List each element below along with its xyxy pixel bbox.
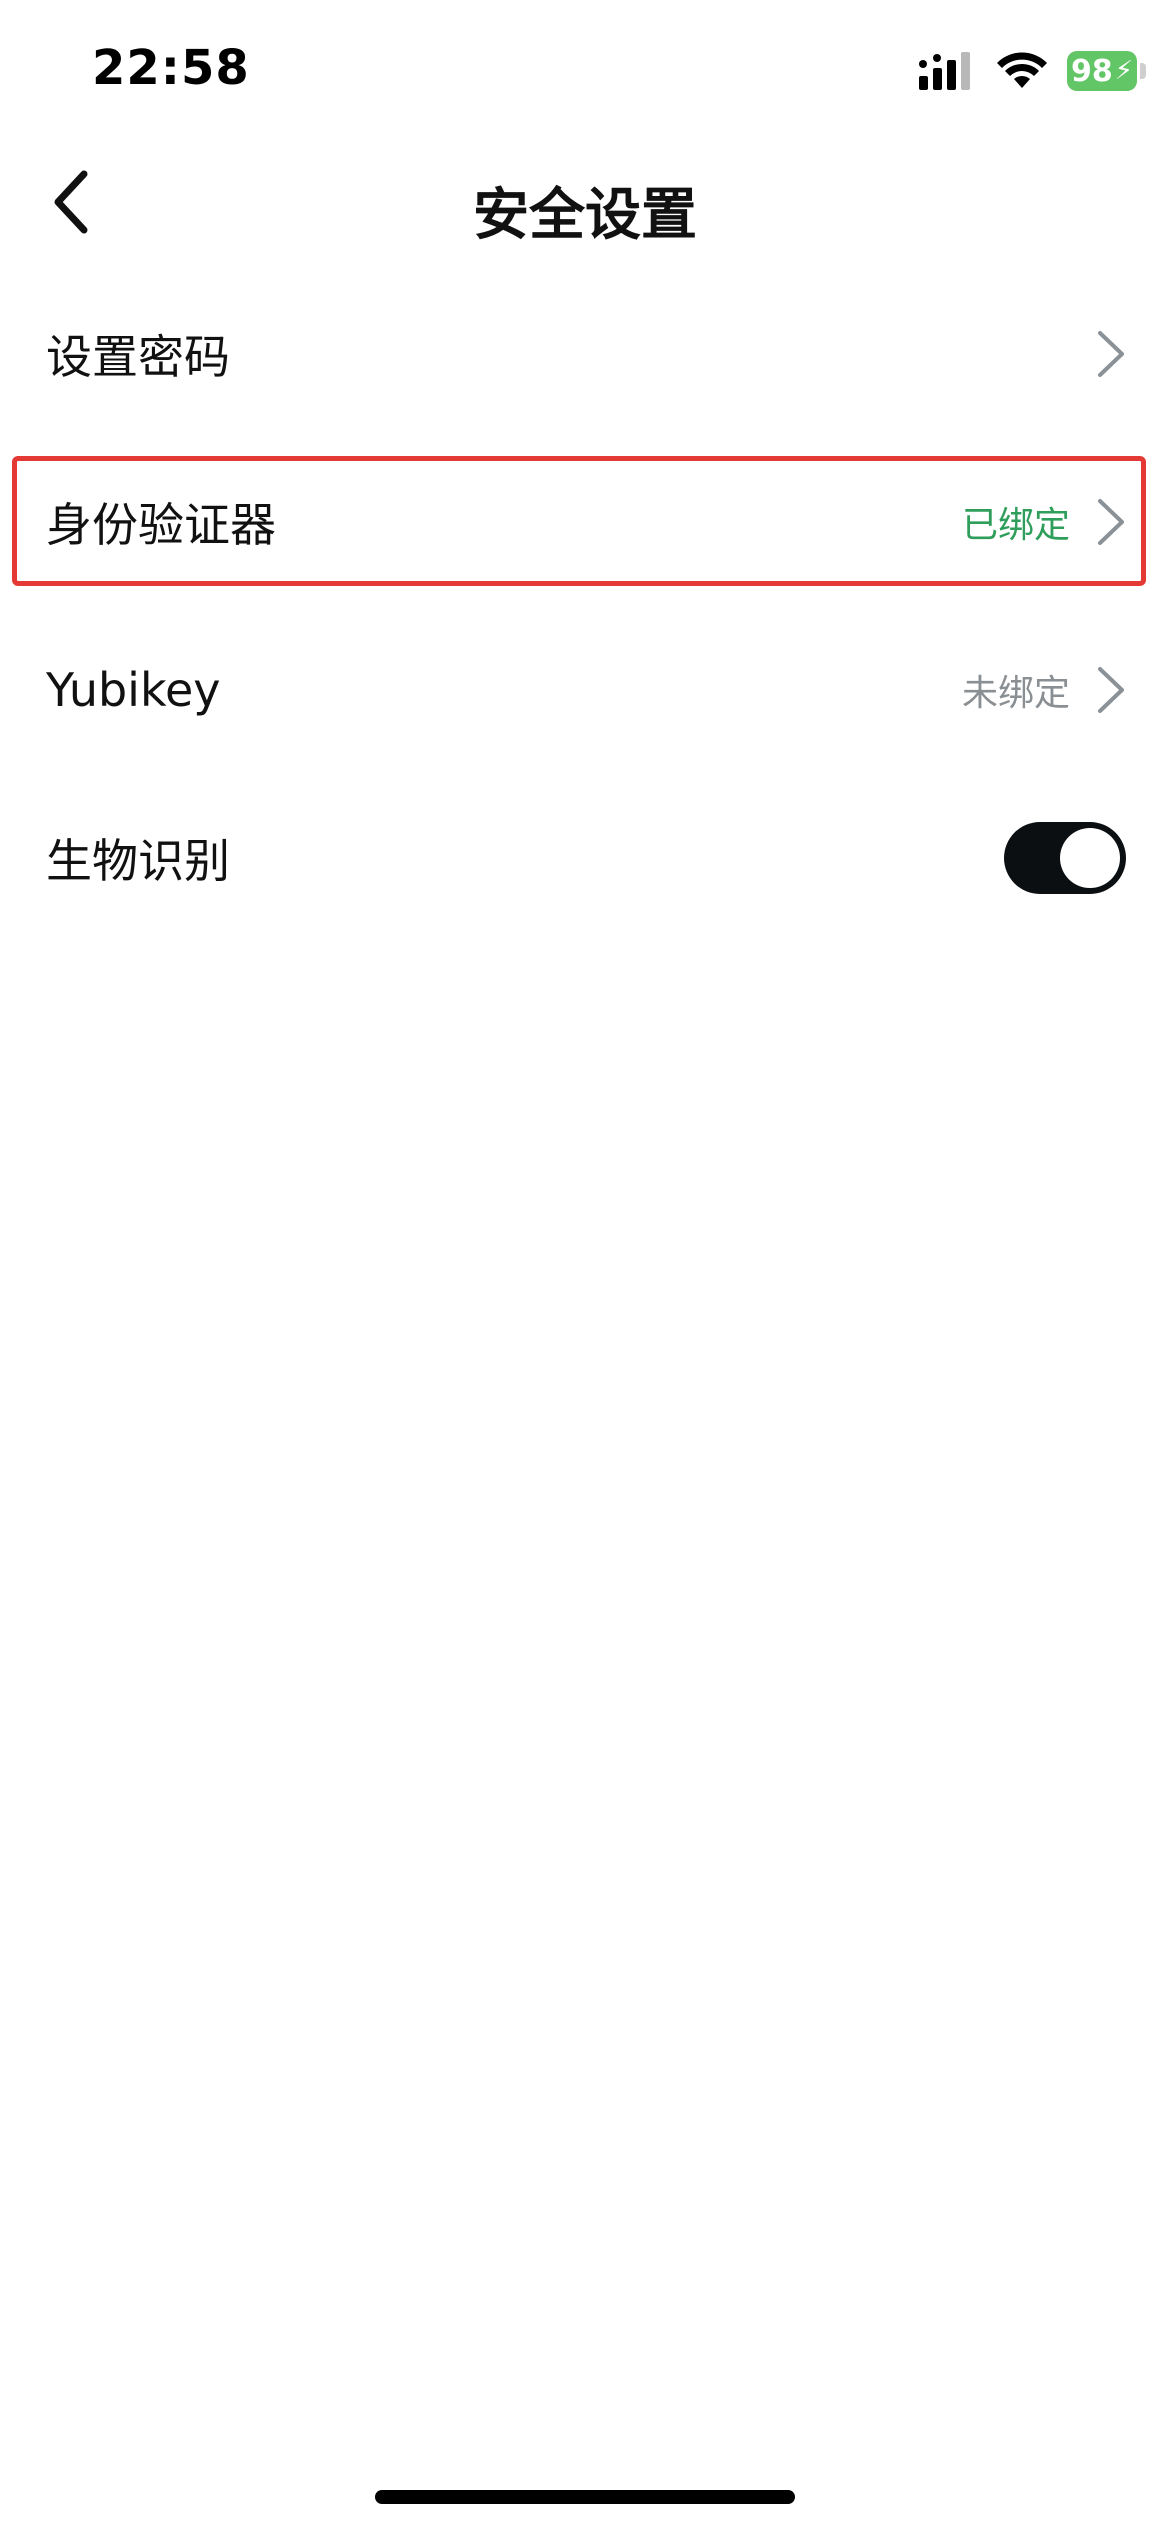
wifi-icon: [997, 52, 1047, 88]
chevron-right-icon: [1098, 499, 1124, 545]
battery-level: 98: [1070, 53, 1113, 89]
authenticator-row[interactable]: 身份验证器 已绑定: [0, 438, 1170, 606]
row-right: [1096, 329, 1126, 379]
settings-list: 设置密码 身份验证器 已绑定 Yubikey 未绑定 生物识别: [0, 270, 1170, 942]
chevron-right-icon: [1098, 331, 1124, 377]
page-title: 安全设置: [473, 183, 697, 248]
nav-bar: 安全设置: [0, 140, 1170, 270]
status-bar: 22:58 98 ⚡: [0, 0, 1170, 140]
yubikey-label: Yubikey: [46, 663, 221, 717]
yubikey-row[interactable]: Yubikey 未绑定: [0, 606, 1170, 774]
row-right: 未绑定: [962, 664, 1126, 716]
authenticator-label: 身份验证器: [46, 498, 276, 552]
yubikey-status: 未绑定: [961, 673, 1070, 714]
status-icons: 98 ⚡: [917, 50, 1146, 92]
home-indicator[interactable]: [375, 2490, 795, 2504]
battery-cap: [1140, 63, 1146, 79]
chevron-right-icon: [1098, 667, 1124, 713]
authenticator-status: 已绑定: [961, 505, 1070, 546]
battery-body: 98 ⚡: [1067, 51, 1137, 91]
battery-icon: 98 ⚡: [1067, 51, 1146, 91]
biometric-row: 生物识别: [0, 774, 1170, 942]
biometric-label: 生物识别: [46, 834, 230, 888]
set-password-row[interactable]: 设置密码: [0, 270, 1170, 438]
toggle-knob: [1060, 828, 1120, 888]
row-right: 已绑定: [962, 496, 1126, 548]
signal-icon: [919, 52, 970, 90]
row-right: [1004, 822, 1126, 894]
charging-bolt-icon: ⚡: [1114, 56, 1133, 86]
app-screen: 22:58 98 ⚡ 安全设置 设置密码 身份验证器 已绑定 Yubikey 未…: [0, 0, 1170, 2532]
biometric-toggle[interactable]: [1004, 822, 1126, 894]
set-password-label: 设置密码: [46, 330, 230, 384]
status-time: 22:58: [92, 40, 250, 96]
